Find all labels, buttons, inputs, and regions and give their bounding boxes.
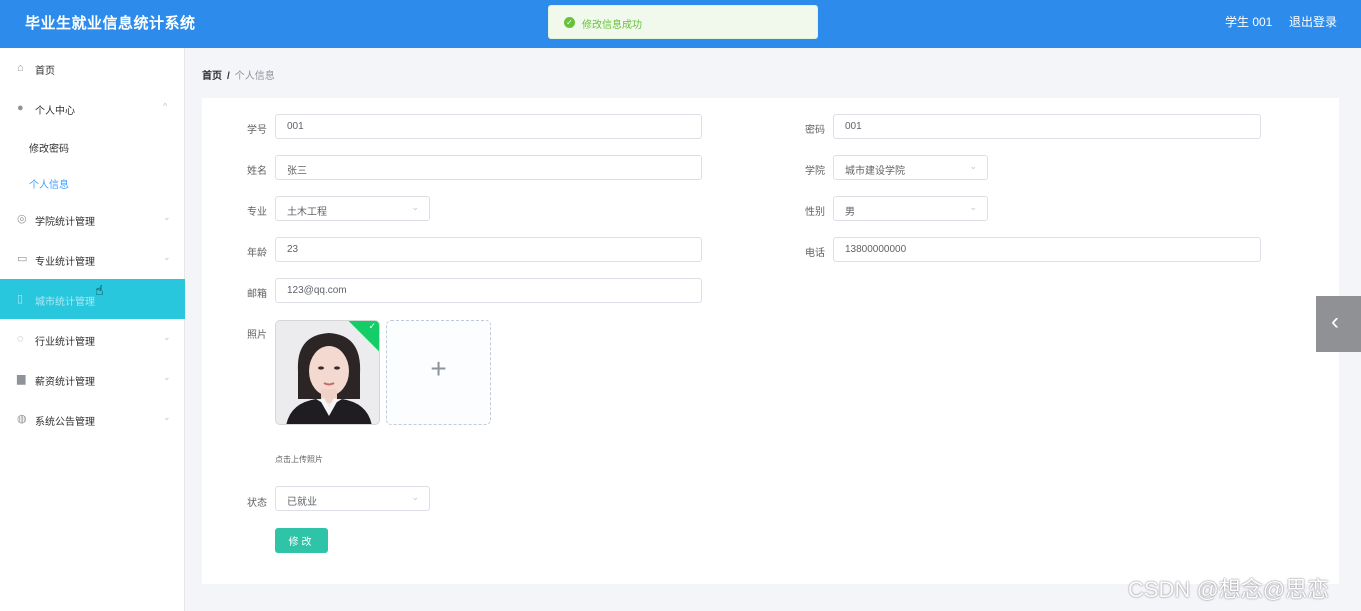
logout-link[interactable]: 退出登录 xyxy=(1289,13,1337,30)
sidebar-item-announcement[interactable]: ◍ 系统公告管理 ⌄ xyxy=(0,399,185,439)
sidebar-item-label: 系统公告管理 xyxy=(35,417,95,428)
major-label: 专业 xyxy=(247,207,267,218)
student-id-input[interactable]: 001 xyxy=(275,114,702,139)
sidebar-item-city-stats[interactable]: ▯ 城市统计管理 xyxy=(0,279,185,319)
wallet-icon: ▆ xyxy=(17,373,26,385)
sidebar-item-home[interactable]: ⌂ 首页 xyxy=(0,48,185,88)
sidebar-item-label: 行业统计管理 xyxy=(35,337,95,348)
email-input[interactable]: 123@qq.com xyxy=(275,278,702,303)
chat-icon: ▭ xyxy=(17,253,28,265)
sidebar-item-major-stats[interactable]: ▭ 专业统计管理 ⌄ xyxy=(0,239,185,279)
phone-value: 13800000000 xyxy=(845,244,907,255)
sidebar-item-label: 城市统计管理 xyxy=(35,297,95,308)
chevron-down-icon: ⌄ xyxy=(411,202,419,212)
sidebar-item-industry-stats[interactable]: ◌ 行业统计管理 ⌄ xyxy=(0,319,185,359)
home-icon: ⌂ xyxy=(17,62,24,74)
major-select[interactable]: 土木工程 ⌄ xyxy=(275,196,430,221)
phone-label: 电话 xyxy=(805,248,825,259)
sidebar-subitem-personal-info[interactable]: 个人信息 xyxy=(0,164,185,200)
hand-cursor-icon: ☝ xyxy=(95,282,104,298)
photo-upload-button[interactable]: + xyxy=(386,320,491,425)
chevron-down-icon: ⌄ xyxy=(411,492,419,502)
user-icon: ● xyxy=(17,102,24,114)
sidebar-subitem-change-password[interactable]: 修改密码 xyxy=(0,128,185,164)
college-select[interactable]: 城市建设学院 ⌄ xyxy=(833,155,988,180)
age-value: 23 xyxy=(287,244,299,255)
photo-label: 照片 xyxy=(247,330,267,341)
modify-button[interactable]: 修改 xyxy=(275,528,328,553)
check-icon: ✓ xyxy=(368,321,376,331)
sidebar-item-label: 薪资统计管理 xyxy=(35,377,95,388)
password-value: 001 xyxy=(845,121,862,132)
upload-hint: 点击上传照片 xyxy=(275,455,323,464)
sidebar-item-label: 个人中心 xyxy=(35,106,75,117)
building-icon: ◎ xyxy=(17,213,27,225)
plus-icon: + xyxy=(430,353,447,384)
name-input[interactable]: 张三 xyxy=(275,155,702,180)
chevron-down-icon: ⌄ xyxy=(969,161,977,171)
sidebar-subitem-label: 个人信息 xyxy=(29,180,69,191)
age-label: 年龄 xyxy=(247,248,267,259)
city-icon: ▯ xyxy=(17,293,24,305)
password-label: 密码 xyxy=(805,125,825,136)
toast-message: 修改信息成功 xyxy=(582,20,642,31)
student-id-label: 学号 xyxy=(247,125,267,136)
chevron-down-icon: ⌄ xyxy=(969,202,977,212)
breadcrumb-current: 个人信息 xyxy=(234,71,275,82)
chevron-down-icon: ⌄ xyxy=(163,372,171,382)
gender-select[interactable]: 男 ⌄ xyxy=(833,196,988,221)
status-label: 状态 xyxy=(247,498,267,509)
sidebar-menu: ⌂ 首页 ● 个人中心 ^ 修改密码 个人信息 ◎ 学院统计管理 ⌄ ▭ 专业统… xyxy=(0,48,185,611)
chevron-down-icon: ⌄ xyxy=(163,252,171,262)
phone-input[interactable]: 13800000000 xyxy=(833,237,1261,262)
student-id-value: 001 xyxy=(287,121,304,132)
breadcrumb-home[interactable]: 首页 xyxy=(202,71,222,82)
sidebar-item-salary-stats[interactable]: ▆ 薪资统计管理 ⌄ xyxy=(0,359,185,399)
sidebar-item-label: 学院统计管理 xyxy=(35,217,95,228)
sidebar-subitem-label: 修改密码 xyxy=(29,144,69,155)
chevron-left-icon: ‹ xyxy=(1331,308,1339,335)
power-icon: ◌ xyxy=(17,333,24,345)
side-panel-toggle[interactable]: ‹ xyxy=(1316,296,1361,352)
chevron-down-icon: ⌄ xyxy=(163,412,171,422)
status-select[interactable]: 已就业 ⌄ xyxy=(275,486,430,511)
breadcrumb: 首页 / 个人信息 xyxy=(202,67,275,82)
watermark: CSDN @想念@思恋 xyxy=(1128,577,1330,602)
personal-info-form: 学号 001 密码 001 姓名 张三 学院 城市建设学院 ⌄ 专业 土木工程 … xyxy=(202,98,1339,584)
current-user-label: 学生 001 xyxy=(1225,15,1273,29)
chevron-down-icon: ⌄ xyxy=(163,332,171,342)
status-value: 已就业 xyxy=(287,497,317,508)
password-input[interactable]: 001 xyxy=(833,114,1261,139)
age-input[interactable]: 23 xyxy=(275,237,702,262)
major-value: 土木工程 xyxy=(287,207,327,218)
chevron-down-icon: ⌄ xyxy=(163,212,171,222)
college-value: 城市建设学院 xyxy=(845,166,905,177)
sidebar-item-label: 专业统计管理 xyxy=(35,257,95,268)
gauge-icon: ◍ xyxy=(17,413,27,425)
success-toast: ✓ 修改信息成功 xyxy=(548,5,818,39)
app-title: 毕业生就业信息统计系统 xyxy=(25,15,196,32)
email-label: 邮箱 xyxy=(247,289,267,300)
name-label: 姓名 xyxy=(247,166,267,177)
sidebar-item-personal-center[interactable]: ● 个人中心 ^ xyxy=(0,88,185,128)
sidebar-item-label: 首页 xyxy=(35,66,55,77)
name-value: 张三 xyxy=(287,166,307,177)
chevron-up-icon: ^ xyxy=(163,101,168,111)
breadcrumb-separator: / xyxy=(227,71,230,82)
gender-value: 男 xyxy=(845,207,855,218)
gender-label: 性别 xyxy=(805,207,825,218)
uploaded-photo[interactable]: ✓ xyxy=(275,320,380,425)
success-check-icon: ✓ xyxy=(564,17,575,28)
sidebar-item-college-stats[interactable]: ◎ 学院统计管理 ⌄ xyxy=(0,199,185,239)
college-label: 学院 xyxy=(805,166,825,177)
email-value: 123@qq.com xyxy=(287,285,347,296)
